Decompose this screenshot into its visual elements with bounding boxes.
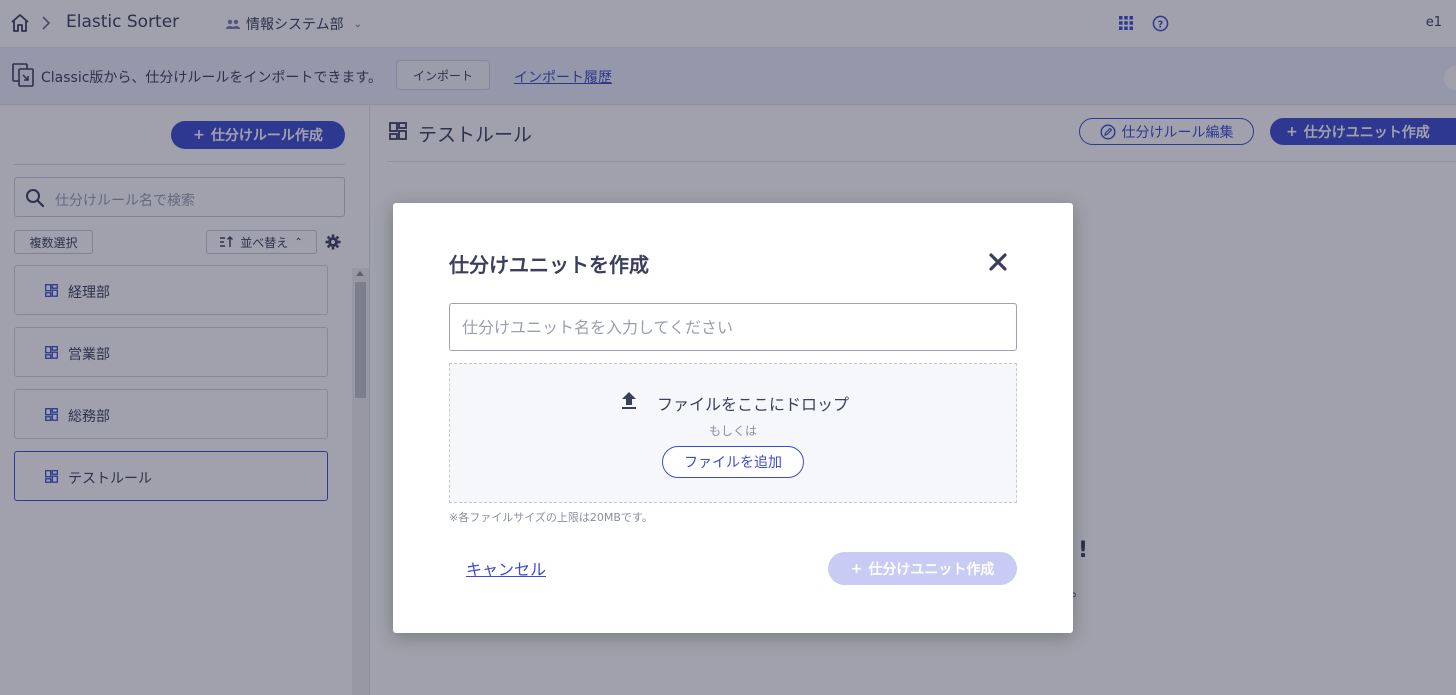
app-root: Elastic Sorter 情報システム部 ⌄ ? e1 Classic版から… [0,0,1456,695]
create-unit-modal: 仕分けユニットを作成 ファイルをここにドロップ もしくは ファイルを追加 ※各フ… [393,203,1073,633]
upload-icon [622,392,636,409]
cancel-link[interactable]: キャンセル [466,556,546,580]
file-size-note: ※各ファイルサイズの上限は20MBです。 [449,511,653,524]
plus-icon: + [850,560,863,577]
submit-create-unit-button[interactable]: + 仕分けユニット作成 [828,552,1017,585]
add-file-button[interactable]: ファイルを追加 [662,446,804,478]
dropzone-text: ファイルをここにドロップ [657,395,850,414]
close-icon[interactable] [988,252,1008,272]
dropzone-or-text: もしくは [708,424,757,438]
submit-label: 仕分けユニット作成 [868,561,995,578]
file-dropzone[interactable]: ファイルをここにドロップ もしくは ファイルを追加 [449,363,1017,503]
unit-name-input[interactable] [449,303,1017,351]
modal-title: 仕分けユニットを作成 [449,253,649,277]
